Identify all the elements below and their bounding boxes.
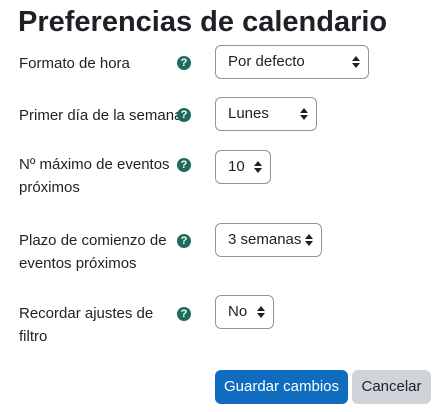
select-value: 3 semanas: [228, 231, 302, 248]
select-value: Lunes: [228, 105, 269, 122]
help-icon[interactable]: ?: [177, 56, 191, 70]
field-label: Recordar ajustes de filtro: [19, 305, 154, 345]
sort-arrows-icon: [352, 56, 360, 68]
field-label: Formato de hora: [19, 55, 130, 72]
save-button[interactable]: Guardar cambios: [215, 370, 348, 404]
select-value: No: [228, 303, 248, 320]
select-value: 10: [228, 158, 245, 175]
field-label: Plazo de comienzo de eventos próximos: [19, 232, 167, 272]
field-label: Primer día de la semana: [19, 107, 183, 124]
remember-filter-select[interactable]: No: [215, 295, 274, 329]
sort-arrows-icon: [254, 161, 262, 173]
help-icon[interactable]: ?: [177, 307, 191, 321]
first-day-select[interactable]: Lunes: [215, 97, 317, 131]
max-events-select[interactable]: 10: [215, 150, 271, 184]
lookahead-select[interactable]: 3 semanas: [215, 223, 322, 257]
help-icon[interactable]: ?: [177, 158, 191, 172]
sort-arrows-icon: [300, 108, 308, 120]
help-icon[interactable]: ?: [177, 108, 191, 122]
select-value: Por defecto: [228, 53, 305, 70]
sort-arrows-icon: [257, 306, 265, 318]
cancel-button[interactable]: Cancelar: [352, 370, 431, 404]
help-icon[interactable]: ?: [177, 234, 191, 248]
sort-arrows-icon: [305, 234, 313, 246]
time-format-select[interactable]: Por defecto: [215, 45, 369, 79]
page-title: Preferencias de calendario: [18, 6, 388, 38]
field-label: Nº máximo de eventos próximos: [19, 156, 170, 196]
